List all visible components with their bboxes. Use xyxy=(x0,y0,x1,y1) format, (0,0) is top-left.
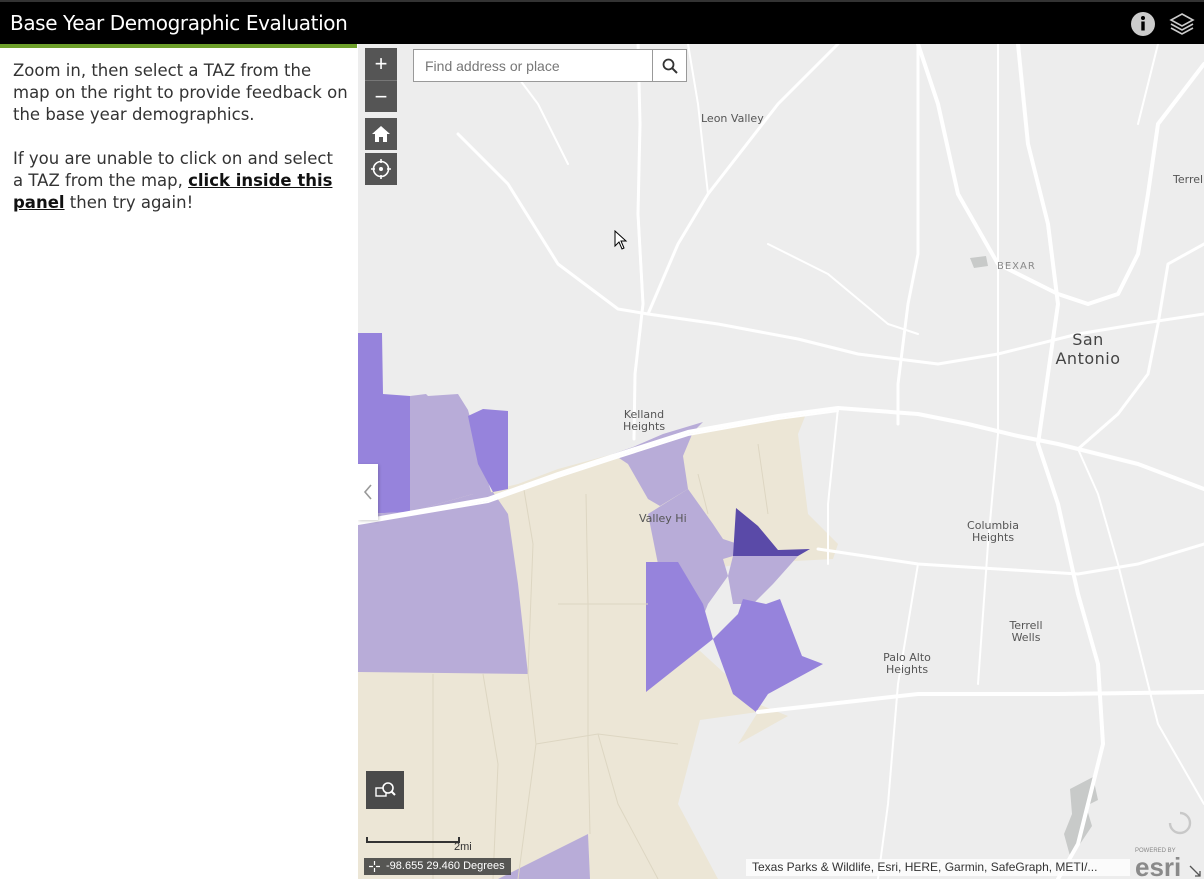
help-suffix: then try again! xyxy=(64,193,194,212)
label-palo-alto-heights: Palo Alto Heights xyxy=(883,651,931,676)
label-bexar: BEXAR xyxy=(997,261,1036,272)
search-button[interactable] xyxy=(652,50,686,81)
help-text: If you are unable to click on and select… xyxy=(13,148,348,214)
label-terrell-wells: Terrell Wells xyxy=(1009,619,1043,644)
app-header: Base Year Demographic Evaluation xyxy=(0,0,1204,44)
info-button[interactable] xyxy=(1129,10,1157,38)
panel-text: Zoom in, then select a TAZ from the map … xyxy=(13,60,348,236)
taz-light[interactable] xyxy=(728,556,798,604)
label-columbia-heights: Columbia Heights xyxy=(967,519,1019,544)
label-leon-valley: Leon Valley xyxy=(701,112,764,125)
side-panel[interactable]: Zoom in, then select a TAZ from the map … xyxy=(0,44,357,879)
coordinate-readout[interactable]: -98.655 29.460 Degrees xyxy=(364,858,511,875)
basemap xyxy=(358,44,1204,879)
search-input[interactable] xyxy=(414,50,652,81)
zoom-select-icon xyxy=(375,782,396,797)
label-valley-hi: Valley Hi xyxy=(639,512,687,525)
mouse-cursor-icon xyxy=(614,230,628,250)
zoom-out-button[interactable]: − xyxy=(365,80,397,112)
search-widget xyxy=(413,49,687,82)
svg-text:esri: esri xyxy=(1135,852,1181,878)
locate-icon xyxy=(371,159,391,179)
search-icon xyxy=(662,58,678,74)
resize-corner-icon[interactable] xyxy=(1188,864,1202,878)
feature-search-button[interactable] xyxy=(366,771,404,809)
taz-polygons[interactable] xyxy=(358,333,838,879)
instruction-text: Zoom in, then select a TAZ from the map … xyxy=(13,61,348,124)
chevron-left-icon xyxy=(363,484,372,500)
home-icon xyxy=(372,126,390,142)
crosshair-icon xyxy=(369,861,380,872)
layers-icon xyxy=(1169,13,1195,35)
scale-label: 2mi xyxy=(454,841,472,853)
app-title: Base Year Demographic Evaluation xyxy=(10,11,348,35)
zoom-in-button[interactable]: + xyxy=(365,48,397,80)
label-san-antonio: San Antonio xyxy=(1055,330,1121,368)
collapse-panel-button[interactable] xyxy=(358,464,378,520)
info-icon xyxy=(1131,12,1155,36)
home-button[interactable] xyxy=(365,118,397,150)
locate-button[interactable] xyxy=(365,153,397,185)
label-terrell-hills: Terrell H xyxy=(1173,173,1204,186)
map-attribution[interactable]: Texas Parks & Wildlife, Esri, HERE, Garm… xyxy=(746,859,1130,876)
loading-spinner-icon xyxy=(1168,811,1192,835)
label-kelland-heights: Kelland Heights xyxy=(622,408,666,433)
bexar-water xyxy=(970,256,988,268)
map-view[interactable]: Leon Valley Terrell H BEXAR San Antonio … xyxy=(358,44,1204,879)
layers-button[interactable] xyxy=(1168,10,1196,38)
scale-bar xyxy=(366,837,460,843)
coordinates-text: -98.655 29.460 Degrees xyxy=(386,860,505,872)
